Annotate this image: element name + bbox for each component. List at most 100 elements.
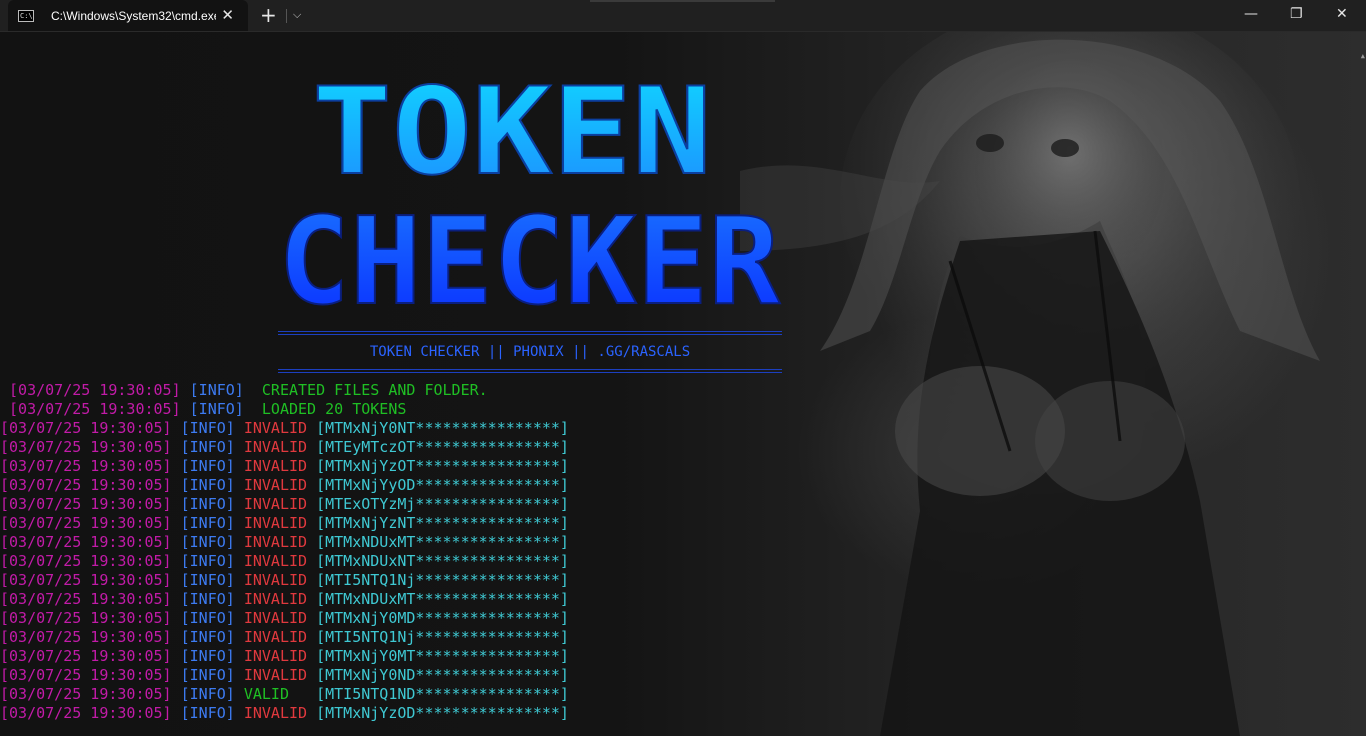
log-level: [INFO] (180, 476, 235, 494)
token-status: INVALID (243, 647, 308, 665)
cmd-icon: C:\ (18, 9, 34, 22)
log-timestamp: [03/07/25 19:30:05] (0, 666, 172, 684)
log-timestamp: [03/07/25 19:30:05] (0, 685, 172, 703)
token-status: INVALID (243, 514, 308, 532)
tab-title: C:\Windows\System32\cmd.exe (51, 8, 216, 23)
log-timestamp: [03/07/25 19:30:05] (0, 590, 172, 608)
token-value: [MTMxNjYzOT****************] (316, 457, 569, 475)
log-level: [INFO] (180, 590, 235, 608)
maximize-icon[interactable]: ❐ (1290, 6, 1303, 22)
terminal-tab[interactable]: C:\ C:\Windows\System32\cmd.exe ✕ (8, 0, 248, 31)
log-timestamp: [03/07/25 19:30:05] (0, 419, 172, 437)
tab-separator (286, 9, 287, 23)
log-timestamp: [03/07/25 19:30:05] (0, 609, 172, 627)
window-close-icon[interactable]: ✕ (1336, 6, 1348, 22)
log-timestamp: [03/07/25 19:30:05] (0, 552, 172, 570)
banner-divider-bottom (278, 369, 782, 373)
banner-logo: TOKEN CHECKER (277, 65, 782, 315)
banner-line-checker: CHECKER (278, 193, 781, 315)
log-level: [INFO] (180, 666, 235, 684)
log-level: [INFO] (180, 628, 235, 646)
banner-credits: TOKEN CHECKER || PHONIX || .GG/RASCALS (369, 344, 691, 360)
log-line: [03/07/25 19:30:05] [INFO] INVALID [MTEy… (0, 438, 569, 457)
log-line: [03/07/25 19:30:05] [INFO] INVALID [MTMx… (0, 514, 569, 533)
banner-line-token: TOKEN (312, 65, 712, 202)
scroll-up-icon[interactable]: ▲ (1361, 52, 1365, 60)
log-level: [INFO] (189, 381, 244, 399)
log-level: [INFO] (180, 704, 235, 722)
log-level: [INFO] (180, 685, 235, 703)
token-check-results: [03/07/25 19:30:05] [INFO] INVALID [MTMx… (0, 419, 569, 723)
log-message: CREATED FILES AND FOLDER. (261, 381, 488, 399)
log-timestamp: [03/07/25 19:30:05] (0, 514, 172, 532)
token-status: INVALID (243, 457, 308, 475)
log-line: [03/07/25 19:30:05] [INFO] INVALID [MTMx… (0, 457, 569, 476)
token-value: [MTI5NTQ1Nj****************] (316, 571, 569, 589)
log-line: [03/07/25 19:30:05] [INFO] INVALID [MTEx… (0, 495, 569, 514)
log-timestamp: [03/07/25 19:30:05] (9, 400, 181, 418)
token-status: INVALID (243, 552, 308, 570)
token-status: INVALID (243, 628, 308, 646)
log-line: [03/07/25 19:30:05] [INFO] INVALID [MTMx… (0, 533, 569, 552)
log-level: [INFO] (180, 457, 235, 475)
token-value: [MTMxNjY0MD****************] (316, 609, 569, 627)
chevron-down-icon[interactable]: ⌵ (293, 8, 301, 22)
new-tab-icon[interactable]: + (260, 3, 277, 27)
log-level: [INFO] (180, 533, 235, 551)
log-line: [03/07/25 19:30:05] [INFO] INVALID [MTMx… (0, 419, 569, 438)
log-level: [INFO] (180, 552, 235, 570)
token-value: [MTI5NTQ1ND****************] (316, 685, 569, 703)
window-title-bar: C:\ C:\Windows\System32\cmd.exe ✕ + ⌵ — … (0, 0, 1366, 32)
token-value: [MTMxNDUxMT****************] (316, 533, 569, 551)
log-timestamp: [03/07/25 19:30:05] (0, 704, 172, 722)
log-level: [INFO] (180, 571, 235, 589)
token-status: VALID (243, 685, 289, 703)
titlebar-drag-indicator (590, 0, 775, 2)
log-line: [03/07/25 19:30:05] [INFO] INVALID [MTMx… (0, 590, 569, 609)
token-status: INVALID (243, 438, 308, 456)
scrollbar[interactable]: ▲ (1357, 31, 1366, 736)
log-line: [03/07/25 19:30:05] [INFO] INVALID [MTMx… (0, 666, 569, 685)
log-line: [03/07/25 19:30:05] [INFO] INVALID [MTMx… (0, 647, 569, 666)
token-status: INVALID (243, 666, 308, 684)
minimize-icon[interactable]: — (1244, 6, 1258, 22)
token-status: INVALID (243, 533, 308, 551)
token-value: [MTMxNDUxNT****************] (316, 552, 569, 570)
log-line: [03/07/25 19:30:05] [INFO] VALID [MTI5NT… (0, 685, 569, 704)
log-timestamp: [03/07/25 19:30:05] (0, 438, 172, 456)
log-level: [INFO] (189, 400, 244, 418)
token-value: [MTEyMTczOT****************] (316, 438, 569, 456)
log-level: [INFO] (180, 514, 235, 532)
log-line: [03/07/25 19:30:05] [INFO] INVALID [MTMx… (0, 476, 569, 495)
log-level: [INFO] (180, 438, 235, 456)
console-output: [03/07/25 19:30:05] [INFO] CREATED FILES… (0, 381, 488, 419)
log-timestamp: [03/07/25 19:30:05] (0, 495, 172, 513)
log-timestamp: [03/07/25 19:30:05] (0, 628, 172, 646)
log-message: LOADED 20 TOKENS (261, 400, 407, 418)
log-timestamp: [03/07/25 19:30:05] (0, 476, 172, 494)
token-value: [MTMxNjYzOD****************] (316, 704, 569, 722)
token-value: [MTMxNjY0MT****************] (316, 647, 569, 665)
token-status: INVALID (243, 476, 308, 494)
token-status: INVALID (243, 495, 308, 513)
token-value: [MTMxNjY0ND****************] (316, 666, 569, 684)
log-line: [03/07/25 19:30:05] [INFO] LOADED 20 TOK… (0, 400, 488, 419)
token-status: INVALID (243, 419, 308, 437)
log-timestamp: [03/07/25 19:30:05] (0, 533, 172, 551)
log-line: [03/07/25 19:30:05] [INFO] INVALID [MTMx… (0, 704, 569, 723)
token-status: INVALID (243, 590, 308, 608)
log-line: [03/07/25 19:30:05] [INFO] INVALID [MTI5… (0, 628, 569, 647)
log-timestamp: [03/07/25 19:30:05] (9, 381, 181, 399)
log-timestamp: [03/07/25 19:30:05] (0, 647, 172, 665)
token-value: [MTI5NTQ1Nj****************] (316, 628, 569, 646)
token-status: INVALID (243, 571, 308, 589)
banner-divider-top (278, 331, 782, 335)
log-line: [03/07/25 19:30:05] [INFO] CREATED FILES… (0, 381, 488, 400)
log-line: [03/07/25 19:30:05] [INFO] INVALID [MTI5… (0, 571, 569, 590)
log-level: [INFO] (180, 609, 235, 627)
token-status: INVALID (243, 704, 308, 722)
log-level: [INFO] (180, 647, 235, 665)
tab-close-icon[interactable]: ✕ (221, 6, 234, 24)
token-value: [MTExOTYzMj****************] (316, 495, 569, 513)
token-value: [MTMxNjY0NT****************] (316, 419, 569, 437)
